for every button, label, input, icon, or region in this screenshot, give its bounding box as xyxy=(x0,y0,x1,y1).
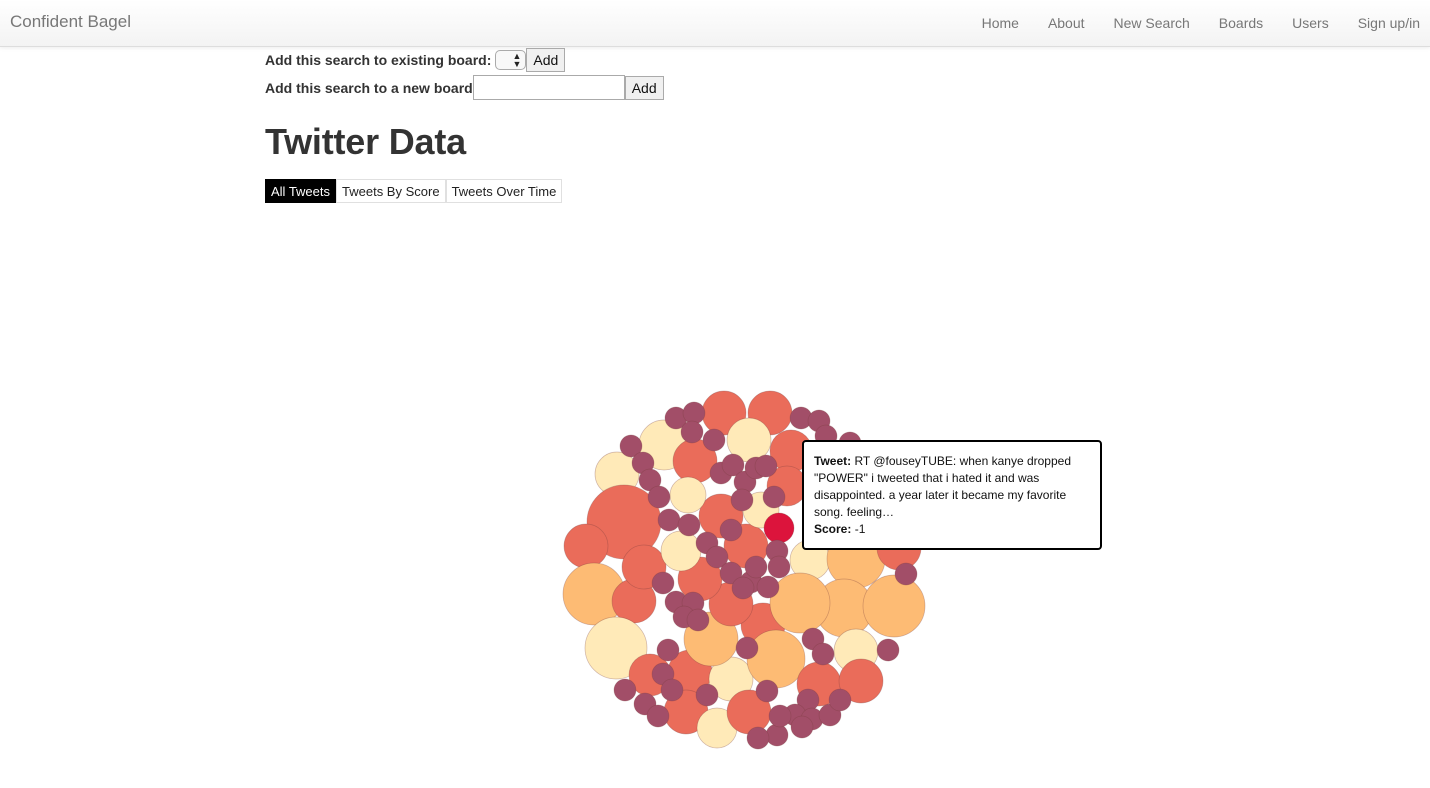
tweet-bubble[interactable] xyxy=(768,704,792,728)
tweet-bubble[interactable] xyxy=(744,555,768,579)
tweet-bubble[interactable] xyxy=(763,512,795,544)
tweet-bubble[interactable] xyxy=(811,642,835,666)
tooltip-tweet-label: Tweet: xyxy=(814,454,852,468)
tweet-bubble[interactable] xyxy=(686,608,710,632)
tweet-bubble[interactable] xyxy=(682,401,706,425)
tweet-bubble[interactable] xyxy=(746,726,770,750)
bubble-chart xyxy=(562,390,926,750)
tweet-bubble[interactable] xyxy=(695,683,719,707)
tweet-bubble[interactable] xyxy=(828,688,852,712)
tweet-bubble[interactable] xyxy=(660,678,684,702)
tweet-bubble[interactable] xyxy=(563,523,609,569)
tweet-bubble[interactable] xyxy=(755,679,779,703)
tweet-bubble[interactable] xyxy=(754,454,778,478)
tooltip-score-label: Score: xyxy=(814,522,852,536)
tweet-bubble[interactable] xyxy=(702,428,726,452)
tweet-bubble[interactable] xyxy=(756,575,780,599)
tweet-bubble[interactable] xyxy=(862,574,926,638)
tweet-bubble[interactable] xyxy=(731,576,755,600)
tweet-bubble[interactable] xyxy=(651,571,675,595)
tweet-bubble[interactable] xyxy=(746,629,806,689)
tweet-bubble[interactable] xyxy=(613,678,637,702)
tweet-bubble[interactable] xyxy=(762,485,786,509)
tweet-bubble[interactable] xyxy=(894,562,918,586)
tweet-bubble[interactable] xyxy=(876,638,900,662)
tooltip-tweet-text: RT @fouseyTUBE: when kanye dropped "POWE… xyxy=(814,454,1071,519)
tweet-bubble[interactable] xyxy=(790,715,814,739)
tweet-bubble[interactable] xyxy=(657,508,681,532)
tweet-bubble[interactable] xyxy=(660,530,702,572)
tweet-bubble[interactable] xyxy=(680,420,704,444)
tweet-bubble[interactable] xyxy=(767,555,791,579)
tweet-bubble[interactable] xyxy=(765,723,789,747)
tweet-bubble[interactable] xyxy=(719,518,743,542)
tooltip-score-value: -1 xyxy=(854,522,866,536)
tweet-tooltip: Tweet: RT @fouseyTUBE: when kanye droppe… xyxy=(802,440,1102,550)
tweet-bubble[interactable] xyxy=(769,572,831,634)
tweet-bubble[interactable] xyxy=(735,636,759,660)
tweet-bubble[interactable] xyxy=(669,476,707,514)
tweet-bubble[interactable] xyxy=(730,488,754,512)
tweet-bubble[interactable] xyxy=(647,485,671,509)
tweet-bubble[interactable] xyxy=(677,513,701,537)
tweet-bubble[interactable] xyxy=(646,704,670,728)
tweet-bubble[interactable] xyxy=(656,638,680,662)
